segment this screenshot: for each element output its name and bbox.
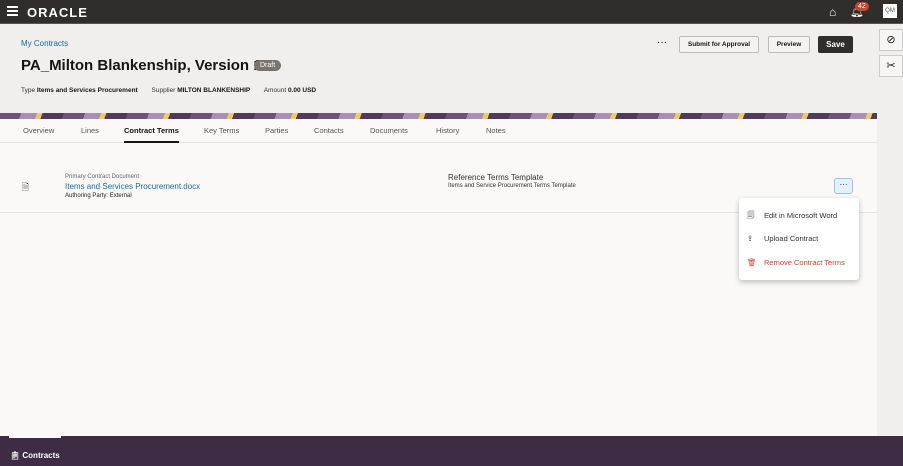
notification-badge: 42: [855, 2, 869, 11]
menu-item-remove[interactable]: 🗑︎ Remove Contract Terms: [747, 258, 845, 267]
more-actions-button[interactable]: ···: [657, 37, 667, 48]
document-link[interactable]: Items and Services Procurement.docx: [65, 182, 200, 191]
status-badge: Draft: [254, 60, 282, 71]
supplier-label: Supplier: [151, 87, 176, 94]
tab-lines[interactable]: Lines: [81, 126, 99, 135]
tab-contacts[interactable]: Contacts: [314, 126, 344, 135]
menu-item-edit-word[interactable]: 🗐 Edit in Microsoft Word: [747, 210, 837, 223]
type-value: Items and Services Procurement: [36, 87, 138, 94]
menu-item-label: Remove Contract Terms: [764, 258, 845, 267]
upload-icon: ⇪: [747, 234, 754, 243]
submit-for-approval-button[interactable]: Submit for Approval: [679, 36, 759, 53]
unlink-icon[interactable]: ✂: [879, 55, 903, 77]
actions-menu: 🗐 Edit in Microsoft Word ⇪ Upload Contract…: [739, 198, 859, 280]
tab-bar: Overview Lines Contract Terms Key Terms …: [0, 119, 877, 143]
page-header: My Contracts PA_Milton Blankenship, Vers…: [0, 25, 877, 113]
word-doc-icon: 🗐: [747, 211, 755, 220]
bottom-tab-label: Contracts: [22, 451, 60, 460]
menu-item-label: Edit in Microsoft Word: [764, 211, 838, 220]
menu-item-upload[interactable]: ⇪ Upload Contract: [747, 234, 818, 243]
active-tab-indicator: [9, 436, 61, 438]
tab-history[interactable]: History: [436, 126, 459, 135]
document-actions-button[interactable]: ···: [834, 178, 853, 194]
tab-documents[interactable]: Documents: [370, 126, 408, 135]
page-title: PA_Milton Blankenship, Version 1: [21, 57, 262, 74]
clipboard-icon: 📋︎: [10, 451, 21, 460]
supplier-value: MILTON BLANKENSHIP: [177, 87, 251, 94]
top-bar: ORACLE ⌂ 🔔︎ 42 QM: [0, 0, 903, 24]
oracle-logo[interactable]: ORACLE: [27, 5, 88, 20]
menu-item-label: Upload Contract: [764, 234, 819, 243]
tab-contract-terms[interactable]: Contract Terms: [124, 126, 179, 143]
breadcrumb[interactable]: My Contracts: [21, 39, 68, 48]
bottom-tab-contracts[interactable]: 📋︎ Contracts: [10, 451, 60, 460]
tab-key-terms[interactable]: Key Terms: [204, 126, 239, 135]
type-label: Type: [21, 87, 36, 94]
authoring-party: Authoring Party: External: [65, 193, 132, 199]
tab-overview[interactable]: Overview: [23, 126, 54, 135]
bottom-bar: 📋︎ Contracts: [0, 436, 903, 466]
trash-icon: 🗑︎: [747, 258, 757, 267]
save-button[interactable]: Save: [818, 36, 853, 53]
home-icon[interactable]: ⌂: [829, 5, 836, 19]
amount-value: 0.00 USD: [287, 87, 317, 94]
hamburger-menu-icon[interactable]: [7, 6, 18, 16]
block-icon[interactable]: ⊘: [879, 29, 903, 51]
primary-document-label: Primary Contract Document: [65, 174, 140, 180]
reference-template-label: Reference Terms Template: [448, 173, 544, 182]
avatar[interactable]: QM: [883, 4, 897, 18]
contract-meta: Type Items and Services Procurement Supp…: [21, 87, 328, 94]
reference-template-value: Items and Service Procurement Terms Temp…: [448, 183, 576, 189]
amount-label: Amount: [263, 87, 287, 94]
document-icon: 🗎: [22, 182, 30, 192]
tab-parties[interactable]: Parties: [265, 126, 288, 135]
preview-button[interactable]: Preview: [768, 36, 810, 53]
tab-notes[interactable]: Notes: [486, 126, 506, 135]
contract-terms-panel: 🗎 Primary Contract Document Items and Se…: [0, 143, 877, 436]
